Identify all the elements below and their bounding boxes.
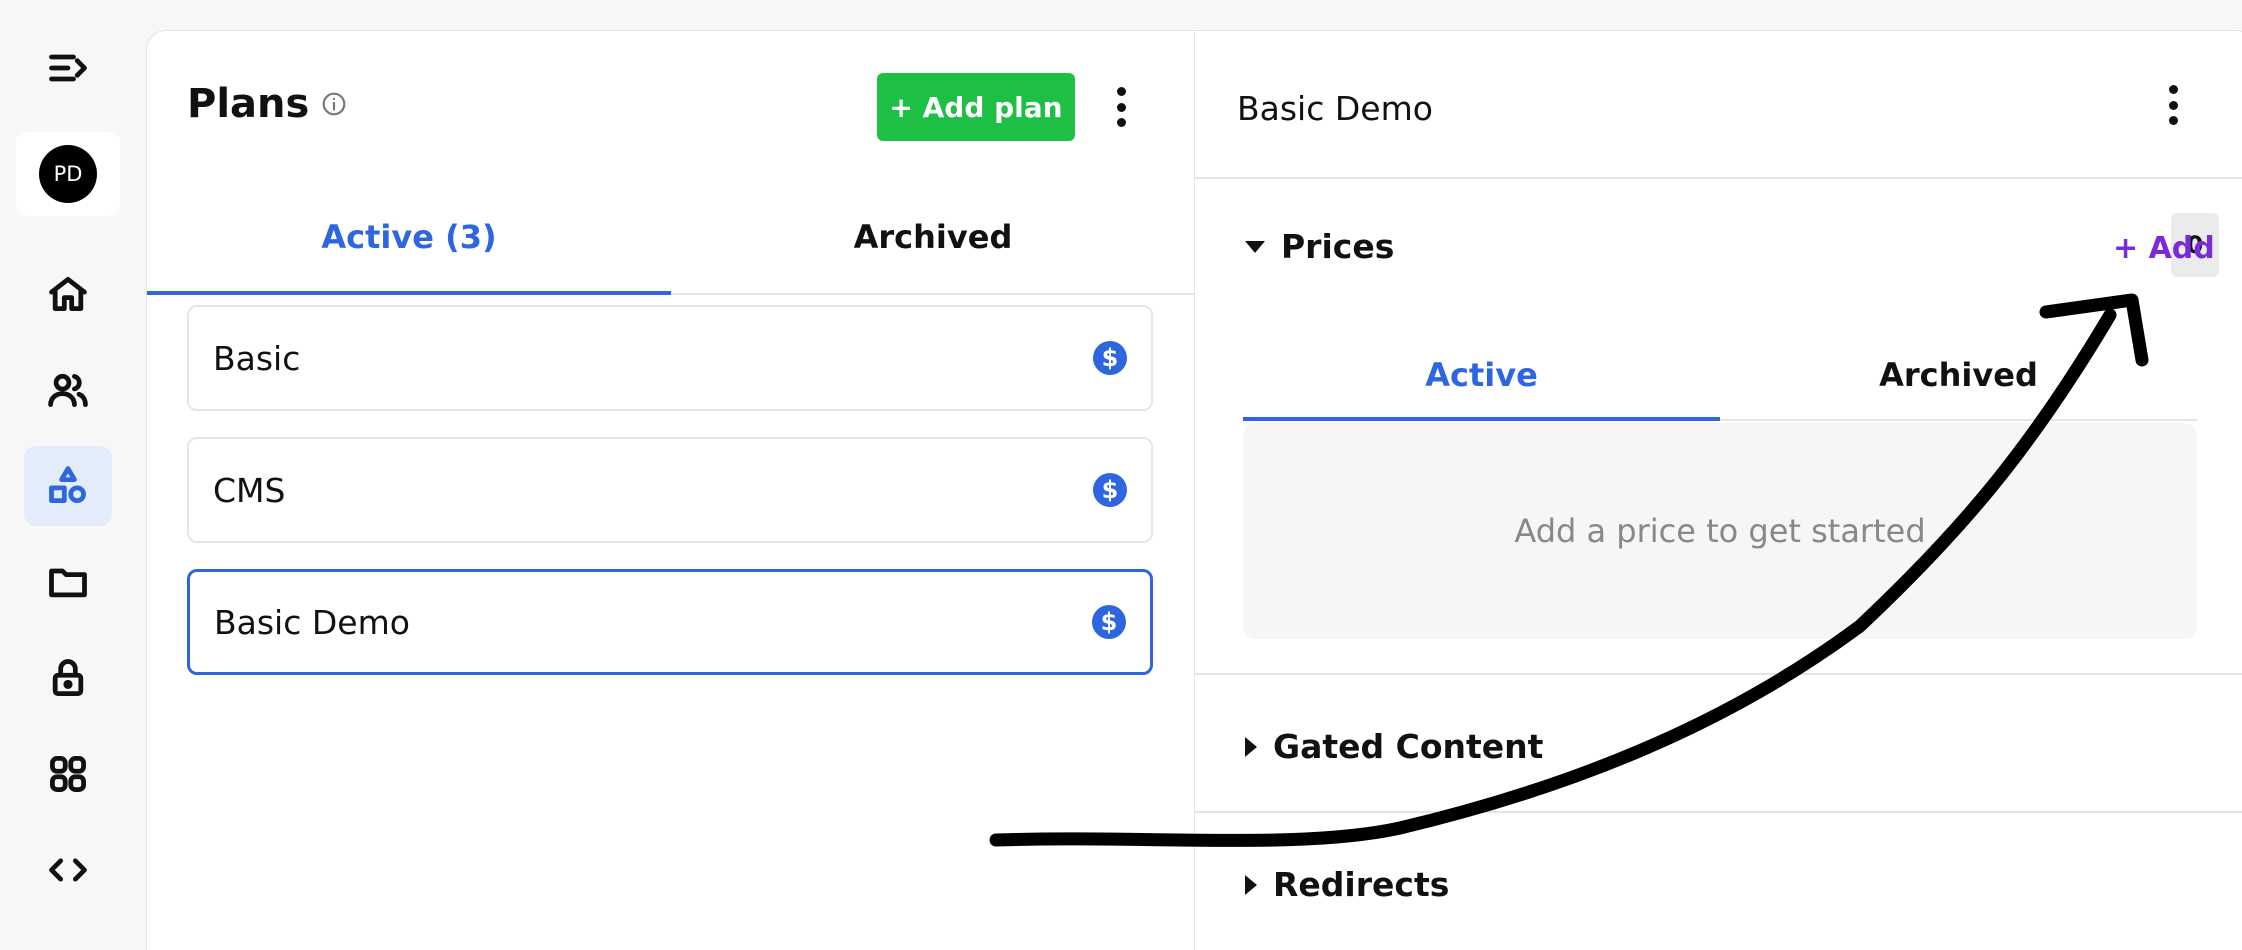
folder-icon: [49, 568, 87, 598]
detail-more-button[interactable]: [2163, 85, 2183, 125]
sidebar-item-members[interactable]: [24, 350, 112, 430]
plan-name: Basic: [213, 338, 301, 378]
gated-content-section-toggle[interactable]: Gated Content: [1245, 727, 1543, 766]
caret-right-icon: [1245, 874, 1257, 895]
redirects-section-toggle[interactable]: Redirects: [1245, 865, 1449, 904]
home-icon: [49, 276, 87, 312]
caret-down-icon: [1245, 240, 1265, 253]
tab-active-plans[interactable]: Active (3): [147, 181, 671, 295]
collapse-sidebar-button[interactable]: [24, 28, 112, 108]
kebab-dot: [2168, 85, 2178, 94]
redirects-label: Redirects: [1273, 865, 1450, 904]
add-price-button[interactable]: + Add: [2113, 231, 2215, 266]
avatar: PD: [39, 145, 97, 203]
sidebar-item-plans[interactable]: [24, 446, 112, 526]
plans-title-text: Plans: [187, 81, 310, 127]
divider: [1195, 673, 2242, 675]
collapse-sidebar-icon: [49, 54, 87, 82]
kebab-dot: [2168, 100, 2178, 110]
sidebar-item-apps[interactable]: [24, 734, 112, 814]
dollar-icon: $: [1093, 473, 1127, 507]
plans-more-button[interactable]: [1111, 87, 1131, 127]
kebab-dot: [2168, 116, 2178, 125]
apps-grid-icon: [50, 756, 86, 792]
divider: [1195, 177, 2242, 179]
page-title: Plans: [187, 81, 347, 127]
divider: [1195, 811, 2242, 813]
add-plan-button[interactable]: + Add plan: [877, 73, 1075, 141]
info-icon[interactable]: [321, 91, 347, 117]
plan-row-basic-demo[interactable]: Basic Demo $: [187, 569, 1153, 675]
kebab-dot: [1116, 118, 1126, 127]
sidebar-item-dev-tools[interactable]: [24, 830, 112, 910]
plan-name: CMS: [213, 470, 286, 510]
sidebar-item-content[interactable]: [24, 542, 112, 622]
tab-active-prices[interactable]: Active: [1243, 331, 1720, 421]
gated-content-label: Gated Content: [1273, 727, 1544, 766]
prices-label: Prices: [1281, 227, 1395, 266]
detail-title: Basic Demo: [1237, 89, 1433, 128]
kebab-dot: [1116, 102, 1126, 112]
caret-right-icon: [1245, 736, 1257, 757]
plan-row-cms[interactable]: CMS $: [187, 437, 1153, 543]
code-icon: [49, 858, 87, 882]
plans-shapes-icon: [49, 466, 86, 504]
tab-archived-prices[interactable]: Archived: [1720, 331, 2197, 419]
plan-row-basic[interactable]: Basic $: [187, 305, 1153, 411]
dollar-icon: $: [1093, 341, 1127, 375]
dollar-icon: $: [1092, 605, 1126, 639]
prices-tabs: Active Archived: [1243, 331, 2197, 421]
plan-detail-pane: Basic Demo Prices 0 + Add Active Archive…: [1195, 31, 2242, 950]
plan-name: Basic Demo: [214, 602, 410, 642]
kebab-dot: [1116, 87, 1126, 96]
sidebar-item-gated[interactable]: [24, 638, 112, 718]
sidebar-item-home[interactable]: [24, 254, 112, 334]
sidebar: PD: [0, 0, 136, 950]
avatar-button[interactable]: PD: [16, 132, 120, 216]
prices-empty-state: Add a price to get started: [1243, 423, 2197, 639]
members-icon: [48, 373, 88, 408]
plans-pane: Plans + Add plan Active (3) Archived Bas…: [147, 31, 1195, 950]
main-panel: Plans + Add plan Active (3) Archived Bas…: [146, 30, 2242, 950]
tab-archived-plans[interactable]: Archived: [671, 181, 1195, 293]
plans-tabs: Active (3) Archived: [147, 181, 1195, 295]
lock-icon: [52, 659, 84, 696]
prices-section-toggle[interactable]: Prices: [1245, 227, 1394, 266]
